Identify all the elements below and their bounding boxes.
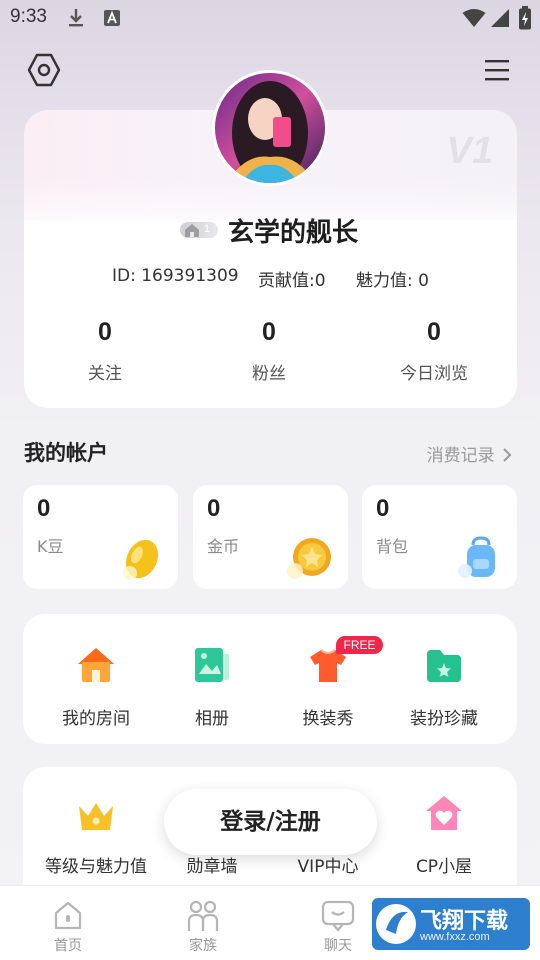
battery-icon <box>518 6 532 34</box>
album-icon <box>152 640 272 684</box>
wifi-icon <box>462 8 486 32</box>
user-level-badge: 1 <box>180 222 218 238</box>
today-views-count[interactable]: 0 今日浏览 <box>374 318 494 384</box>
settings-icon[interactable] <box>24 50 64 90</box>
backpack-card[interactable]: 0 背包 <box>362 485 517 589</box>
cp-house-item[interactable]: CP小屋 <box>384 788 504 877</box>
outfit-collection-item[interactable]: 装扮珍藏 <box>384 640 504 729</box>
crown-icon <box>36 788 156 832</box>
collection-folder-icon <box>384 640 504 684</box>
account-section-title: 我的帐户 <box>24 441 108 465</box>
login-register-button[interactable]: 登录/注册 <box>164 789 377 855</box>
user-id: ID: 169391309 <box>112 266 239 286</box>
contribution-value: 贡献值:0 <box>258 271 326 291</box>
consumption-record-link[interactable]: 消费记录 <box>427 441 512 466</box>
download-icon <box>66 7 86 33</box>
my-room-item[interactable]: 我的房间 <box>36 640 156 729</box>
bean-icon <box>120 535 164 585</box>
username: 玄学的舰长 <box>228 218 359 248</box>
free-badge: FREE <box>336 636 383 654</box>
chat-icon <box>293 898 383 934</box>
status-time: 9:33 <box>10 6 47 27</box>
backpack-icon <box>457 535 503 585</box>
chevron-right-icon <box>503 448 512 462</box>
following-count[interactable]: 0 关注 <box>45 318 165 384</box>
family-icon <box>158 898 248 934</box>
heart-house-icon <box>384 788 504 832</box>
menu-icon[interactable] <box>477 50 517 90</box>
watermark-url: www.fxxz.com <box>420 931 490 943</box>
home-icon <box>23 898 113 934</box>
site-watermark-logo: 飞翔下载 www.fxxz.com <box>372 898 530 950</box>
nav-home[interactable]: 首页 <box>23 886 113 955</box>
nav-family[interactable]: 家族 <box>158 886 248 955</box>
fans-count[interactable]: 0 粉丝 <box>209 318 329 384</box>
level-charm-item[interactable]: 等级与魅力值 <box>36 788 156 877</box>
status-bar: 9:33 <box>0 0 540 36</box>
coin-icon <box>286 535 334 585</box>
k-bean-card[interactable]: 0 K豆 <box>23 485 178 589</box>
gold-coin-card[interactable]: 0 金币 <box>193 485 348 589</box>
signal-icon <box>490 8 510 32</box>
album-item[interactable]: 相册 <box>152 640 272 729</box>
avatar[interactable] <box>212 70 328 186</box>
charm-value: 魅力值: 0 <box>356 271 429 291</box>
keyboard-icon <box>103 9 121 31</box>
nav-chat[interactable]: 聊天 <box>293 886 383 955</box>
vip-level-watermark: V1 <box>446 130 493 172</box>
house-icon <box>36 640 156 684</box>
